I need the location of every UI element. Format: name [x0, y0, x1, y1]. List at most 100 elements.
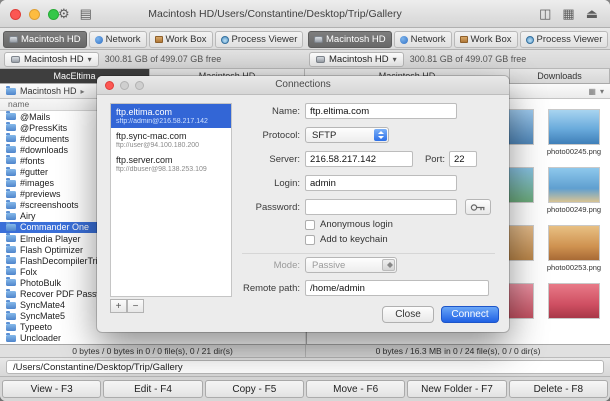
gauge-icon	[221, 36, 229, 44]
tab-label: Macintosh HD	[326, 34, 386, 45]
file-name: #downloads	[20, 145, 68, 155]
drive-name: Macintosh HD	[24, 54, 84, 65]
port-field[interactable]: 22	[449, 151, 477, 167]
file-name: Airy	[20, 211, 36, 221]
login-label: Login:	[187, 178, 300, 189]
add-connection-button[interactable]: +	[110, 299, 127, 313]
folder-icon	[6, 169, 16, 176]
photo-thumbnail	[548, 167, 600, 203]
file-list-item[interactable]: Uncloader	[0, 333, 305, 344]
tab-label: Network	[411, 34, 446, 45]
copy-f5-button[interactable]: Copy - F5	[205, 380, 304, 398]
dual-pane-icon[interactable]: ◫	[539, 6, 551, 22]
edit-f4-button[interactable]: Edit - F4	[103, 380, 202, 398]
tab-work-box-left[interactable]: Work Box	[149, 31, 213, 48]
folder-icon	[6, 213, 16, 220]
name-label: Name:	[187, 106, 300, 117]
status-bar: 0 bytes / 0 bytes in 0 / 0 file(s), 0 / …	[0, 344, 610, 357]
tab-work-box-right[interactable]: Work Box	[454, 31, 518, 48]
connect-button[interactable]: Connect	[441, 306, 499, 323]
move-f6-button[interactable]: Move - F6	[306, 380, 405, 398]
tab-macintosh-hd-left[interactable]: Macintosh HD	[3, 31, 87, 48]
photo-thumbnail	[548, 225, 600, 261]
breadcrumb-macintosh-hd[interactable]: Macintosh HD	[20, 86, 77, 96]
dialog-title: Connections	[97, 76, 509, 94]
folder-icon	[6, 224, 16, 231]
file-name: @PressKits	[20, 123, 67, 133]
toolbar-right: ◫ ▦ ⏏	[539, 6, 598, 22]
folder-icon	[6, 279, 16, 286]
photo-item[interactable]: photo00253.png	[545, 225, 603, 272]
checkbox-label: Add to keychain	[320, 234, 388, 245]
drive-bar: Macintosh HD ▾ 300.81 GB of 499.07 GB fr…	[0, 50, 610, 69]
drive-selector-left[interactable]: Macintosh HD ▾	[4, 52, 99, 67]
gauge-icon	[526, 36, 534, 44]
chevron-down-icon[interactable]: ▾	[600, 87, 604, 96]
close-button[interactable]: Close	[382, 306, 434, 323]
name-field[interactable]: ftp.eltima.com	[305, 103, 457, 119]
chevron-down-icon: ▾	[393, 55, 397, 64]
drive-selector-right[interactable]: Macintosh HD ▾	[309, 52, 404, 67]
tab-macintosh-hd-right[interactable]: Macintosh HD	[308, 31, 392, 48]
password-field[interactable]	[305, 199, 457, 215]
file-name: #screenshoots	[20, 200, 79, 210]
show-password-key-button[interactable]	[465, 199, 491, 215]
file-name: FlashDecompilerTrillix	[20, 256, 108, 266]
folder-icon	[6, 135, 16, 142]
file-name: #gutter	[20, 167, 48, 177]
anonymous-login-checkbox[interactable]: Anonymous login	[305, 219, 393, 230]
status-right: 0 bytes / 16.3 MB in 0 / 24 file(s), 0 /…	[305, 345, 610, 357]
remove-connection-button[interactable]: −	[127, 299, 144, 313]
tab-network-right[interactable]: Network	[394, 31, 452, 48]
protocol-label: Protocol:	[187, 130, 300, 141]
tab-label: Work Box	[166, 34, 207, 45]
free-space-text: 300.81 GB of 499.07 GB free	[105, 54, 222, 64]
globe-icon	[95, 36, 103, 44]
photo-item[interactable]	[545, 283, 603, 321]
mode-label: Mode:	[187, 260, 300, 271]
photo-thumbnail	[548, 109, 600, 145]
form-divider	[242, 253, 495, 254]
tab-group-left: Macintosh HD Network Work Box Process Vi…	[0, 28, 305, 49]
grid-view-icon[interactable]: ▦	[588, 87, 596, 96]
login-field[interactable]: admin	[305, 175, 457, 191]
mode-dropdown[interactable]: Passive	[305, 257, 397, 273]
dialog-minimize-button	[120, 81, 129, 90]
file-name: #documents	[20, 134, 69, 144]
add-to-keychain-checkbox[interactable]: Add to keychain	[305, 234, 388, 245]
path-input[interactable]: /Users/Constantine/Desktop/Trip/Gallery	[6, 360, 604, 374]
tab-process-viewer-left[interactable]: Process Viewer	[215, 31, 304, 48]
photo-item[interactable]: photo00245.png	[545, 109, 603, 156]
remote-path-label: Remote path:	[187, 283, 300, 294]
grid-view-icon[interactable]: ▦	[562, 6, 574, 22]
minimize-window-button[interactable]	[29, 9, 40, 20]
file-name: Folx	[20, 267, 37, 277]
tab-network-left[interactable]: Network	[89, 31, 147, 48]
mode-value: Passive	[312, 260, 345, 271]
function-key-bar: View - F3 Edit - F4 Copy - F5 Move - F6 …	[0, 376, 610, 401]
password-label: Password:	[187, 202, 300, 213]
box-icon	[155, 36, 163, 43]
dialog-close-button[interactable]	[105, 81, 114, 90]
close-window-button[interactable]	[10, 9, 21, 20]
protocol-dropdown[interactable]: SFTP	[305, 127, 389, 143]
folder-icon	[6, 202, 16, 209]
title-bar: ⚙ ▤ Macintosh HD/Users/Constantine/Deskt…	[0, 0, 610, 28]
view-f3-button[interactable]: View - F3	[2, 380, 101, 398]
remote-path-field[interactable]: /home/admin	[305, 280, 489, 296]
eject-icon[interactable]: ⏏	[586, 6, 598, 22]
new-folder-f7-button[interactable]: New Folder - F7	[407, 380, 506, 398]
window-title: Macintosh HD/Users/Constantine/Desktop/T…	[60, 8, 490, 20]
folder-tab-downloads[interactable]: Downloads	[510, 69, 610, 83]
folder-icon	[6, 180, 16, 187]
delete-f8-button[interactable]: Delete - F8	[509, 380, 608, 398]
chevron-down-icon: ▾	[88, 55, 92, 64]
tab-label: Network	[106, 34, 141, 45]
app-window: ⚙ ▤ Macintosh HD/Users/Constantine/Deskt…	[0, 0, 610, 401]
file-name: SyncMate4	[20, 300, 65, 310]
photo-item[interactable]: photo00249.png	[545, 167, 603, 214]
tab-process-viewer-right[interactable]: Process Viewer	[520, 31, 609, 48]
file-name: Flash Optimizer	[20, 245, 83, 255]
file-name: #fonts	[20, 156, 45, 166]
drive-icon	[9, 36, 18, 43]
